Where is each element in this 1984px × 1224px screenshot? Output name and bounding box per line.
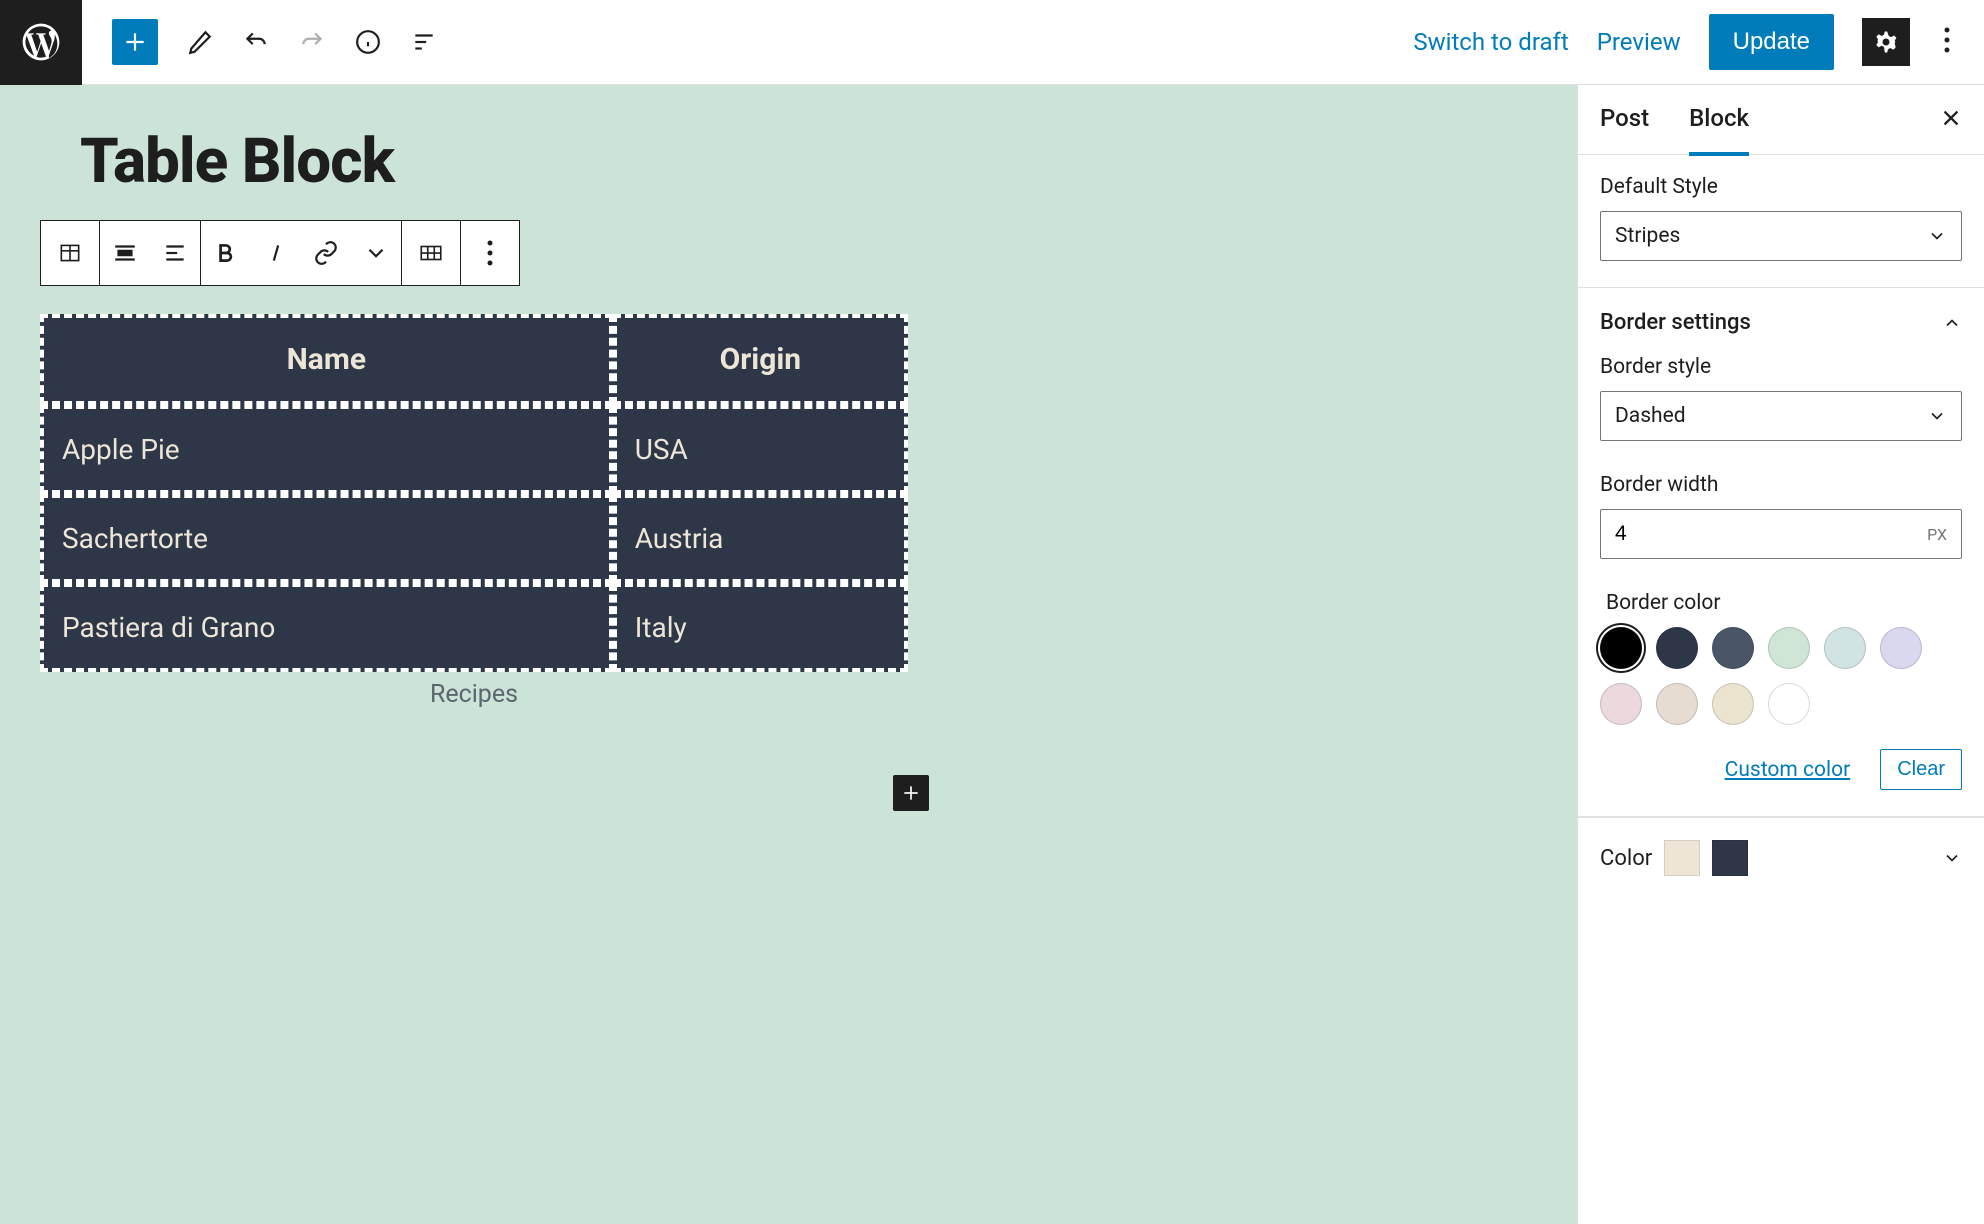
- switch-to-draft-link[interactable]: Switch to draft: [1413, 28, 1568, 56]
- link-icon[interactable]: [301, 221, 351, 285]
- table-row: Apple Pie USA: [40, 405, 908, 494]
- table-cell[interactable]: Sachertorte: [40, 494, 613, 583]
- color-swatch[interactable]: [1656, 683, 1698, 725]
- edit-tool-icon[interactable]: [186, 28, 214, 56]
- update-button[interactable]: Update: [1709, 14, 1834, 70]
- custom-color-link[interactable]: Custom color: [1725, 758, 1851, 782]
- undo-icon[interactable]: [242, 28, 270, 56]
- tab-block[interactable]: Block: [1689, 85, 1749, 156]
- table-cell[interactable]: Pastiera di Grano: [40, 583, 613, 672]
- align-icon[interactable]: [100, 221, 150, 285]
- table-header[interactable]: Name: [40, 314, 613, 405]
- color-swatch[interactable]: [1712, 683, 1754, 725]
- toolbar-right: Switch to draft Preview Update: [1413, 14, 1984, 70]
- chevron-up-icon: [1942, 313, 1962, 333]
- toolbar-left: [82, 19, 438, 65]
- block-more-icon[interactable]: [461, 221, 519, 285]
- wordpress-logo[interactable]: [0, 0, 82, 85]
- table-caption[interactable]: Recipes: [40, 680, 908, 709]
- border-settings-panel-header[interactable]: Border settings: [1578, 288, 1984, 345]
- border-width-input[interactable]: PX: [1600, 509, 1962, 559]
- color-swatch[interactable]: [1600, 683, 1642, 725]
- italic-icon[interactable]: [251, 221, 301, 285]
- color-swatch[interactable]: [1768, 683, 1810, 725]
- color-swatch[interactable]: [1880, 627, 1922, 669]
- more-options-icon[interactable]: [1938, 27, 1956, 57]
- editor-canvas: Table Block: [0, 85, 1577, 1224]
- info-icon[interactable]: [354, 28, 382, 56]
- default-style-select[interactable]: Stripes: [1600, 211, 1962, 261]
- add-block-button[interactable]: [112, 19, 158, 65]
- bold-icon[interactable]: [201, 221, 251, 285]
- border-color-swatches: [1600, 627, 1962, 725]
- table-cell[interactable]: Apple Pie: [40, 405, 613, 494]
- redo-icon: [298, 28, 326, 56]
- color-swatch[interactable]: [1712, 627, 1754, 669]
- table-header[interactable]: Origin: [613, 314, 908, 405]
- outline-icon[interactable]: [410, 28, 438, 56]
- table-block[interactable]: Name Origin Apple Pie USA Sachertorte Au…: [40, 314, 908, 709]
- default-style-label: Default Style: [1600, 175, 1962, 199]
- color-swatch[interactable]: [1768, 627, 1810, 669]
- text-color-swatch: [1664, 840, 1700, 876]
- settings-button[interactable]: [1862, 18, 1910, 66]
- edit-table-icon[interactable]: [402, 221, 460, 285]
- text-align-icon[interactable]: [150, 221, 200, 285]
- settings-sidebar: Post Block Default Style Stripes Border …: [1577, 85, 1984, 1224]
- table-block-icon[interactable]: [41, 221, 99, 285]
- sidebar-tabs: Post Block: [1578, 85, 1984, 155]
- chevron-down-icon: [1927, 226, 1947, 246]
- table-cell[interactable]: Austria: [613, 494, 908, 583]
- border-style-label: Border style: [1600, 355, 1962, 379]
- border-width-unit: PX: [1927, 525, 1947, 544]
- bg-color-swatch: [1712, 840, 1748, 876]
- table-cell[interactable]: Italy: [613, 583, 908, 672]
- table-row: Pastiera di Grano Italy: [40, 583, 908, 672]
- border-color-label: Border color: [1606, 591, 1962, 615]
- chevron-down-icon: [1942, 848, 1962, 868]
- chevron-down-icon: [1927, 406, 1947, 426]
- color-panel-row[interactable]: Color: [1578, 817, 1984, 898]
- clear-color-button[interactable]: Clear: [1880, 749, 1962, 790]
- add-block-inline-button[interactable]: [893, 775, 929, 811]
- color-label: Color: [1600, 846, 1652, 871]
- block-toolbar: [40, 220, 520, 286]
- table-row: Sachertorte Austria: [40, 494, 908, 583]
- border-width-label: Border width: [1600, 473, 1962, 497]
- color-swatch[interactable]: [1600, 627, 1642, 669]
- color-swatch[interactable]: [1656, 627, 1698, 669]
- top-toolbar: Switch to draft Preview Update: [0, 0, 1984, 85]
- preview-link[interactable]: Preview: [1597, 28, 1681, 56]
- close-sidebar-icon[interactable]: [1940, 107, 1962, 133]
- table-cell[interactable]: USA: [613, 405, 908, 494]
- post-title[interactable]: Table Block: [80, 125, 394, 198]
- border-width-field[interactable]: [1615, 522, 1881, 546]
- more-formatting-icon[interactable]: [351, 221, 401, 285]
- border-style-select[interactable]: Dashed: [1600, 391, 1962, 441]
- color-swatch[interactable]: [1824, 627, 1866, 669]
- tab-post[interactable]: Post: [1600, 85, 1649, 156]
